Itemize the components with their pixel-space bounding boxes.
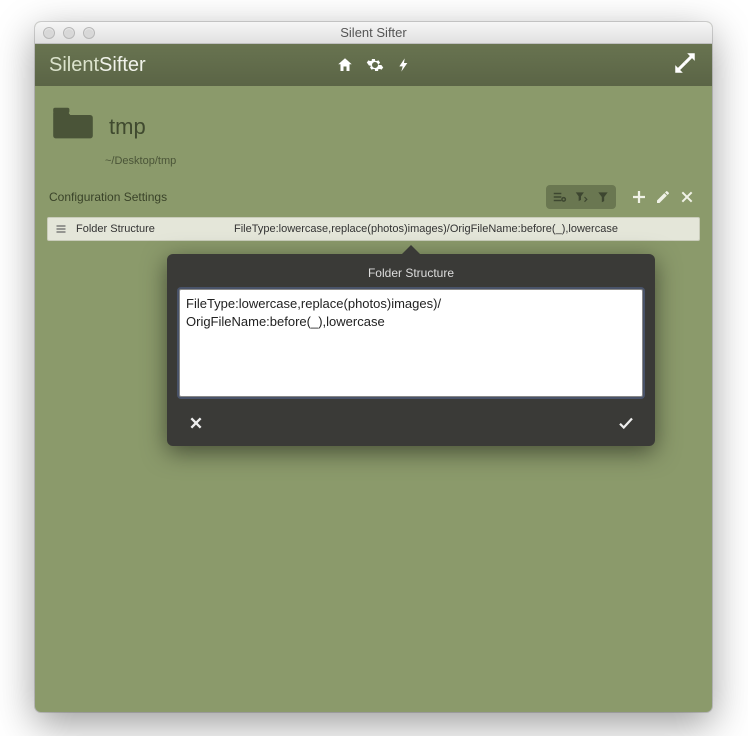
popover-title: Folder Structure [179, 264, 643, 289]
app-window: Silent Sifter SilentSifter [35, 22, 712, 712]
add-icon[interactable] [628, 186, 650, 208]
funnel-edit-icon[interactable] [571, 188, 591, 206]
delete-icon[interactable] [676, 186, 698, 208]
minimize-window-button[interactable] [63, 27, 75, 39]
brand-text-bold: Sifter [99, 54, 146, 76]
folder-structure-input[interactable] [179, 289, 643, 397]
funnel-icon[interactable] [593, 188, 613, 206]
window-title: Silent Sifter [35, 25, 712, 40]
expand-icon[interactable] [672, 50, 698, 76]
rule-label: Folder Structure [76, 223, 226, 235]
folder-name: tmp [109, 114, 146, 140]
popover-arrow [401, 245, 421, 255]
cancel-button[interactable] [185, 412, 207, 434]
rule-row[interactable]: Folder Structure FileType:lowercase,repl… [47, 217, 700, 241]
config-controls [546, 185, 698, 209]
filter-group [546, 185, 616, 209]
close-window-button[interactable] [43, 27, 55, 39]
folder-header: tmp [47, 100, 700, 153]
rule-value: FileType:lowercase,replace(photos)images… [234, 223, 693, 235]
toolbar: SilentSifter [35, 44, 712, 86]
home-icon[interactable] [336, 56, 354, 74]
content-area: tmp ~/Desktop/tmp Configuration Settings [35, 86, 712, 253]
zoom-window-button[interactable] [83, 27, 95, 39]
action-group [628, 186, 698, 208]
titlebar[interactable]: Silent Sifter [35, 22, 712, 44]
folder-icon [51, 106, 95, 147]
list-filter-icon[interactable] [549, 188, 569, 206]
gear-icon[interactable] [366, 56, 384, 74]
config-label: Configuration Settings [49, 190, 167, 204]
popover: Folder Structure [167, 254, 655, 446]
folder-path: ~/Desktop/tmp [105, 155, 700, 167]
drag-handle-icon[interactable] [54, 223, 68, 235]
window-controls [35, 27, 95, 39]
brand-logo: SilentSifter [49, 54, 146, 77]
brand-text-light: Silent [49, 54, 99, 76]
lightning-icon[interactable] [396, 56, 412, 74]
confirm-button[interactable] [615, 412, 637, 434]
edit-icon[interactable] [652, 186, 674, 208]
config-header: Configuration Settings [47, 185, 700, 209]
